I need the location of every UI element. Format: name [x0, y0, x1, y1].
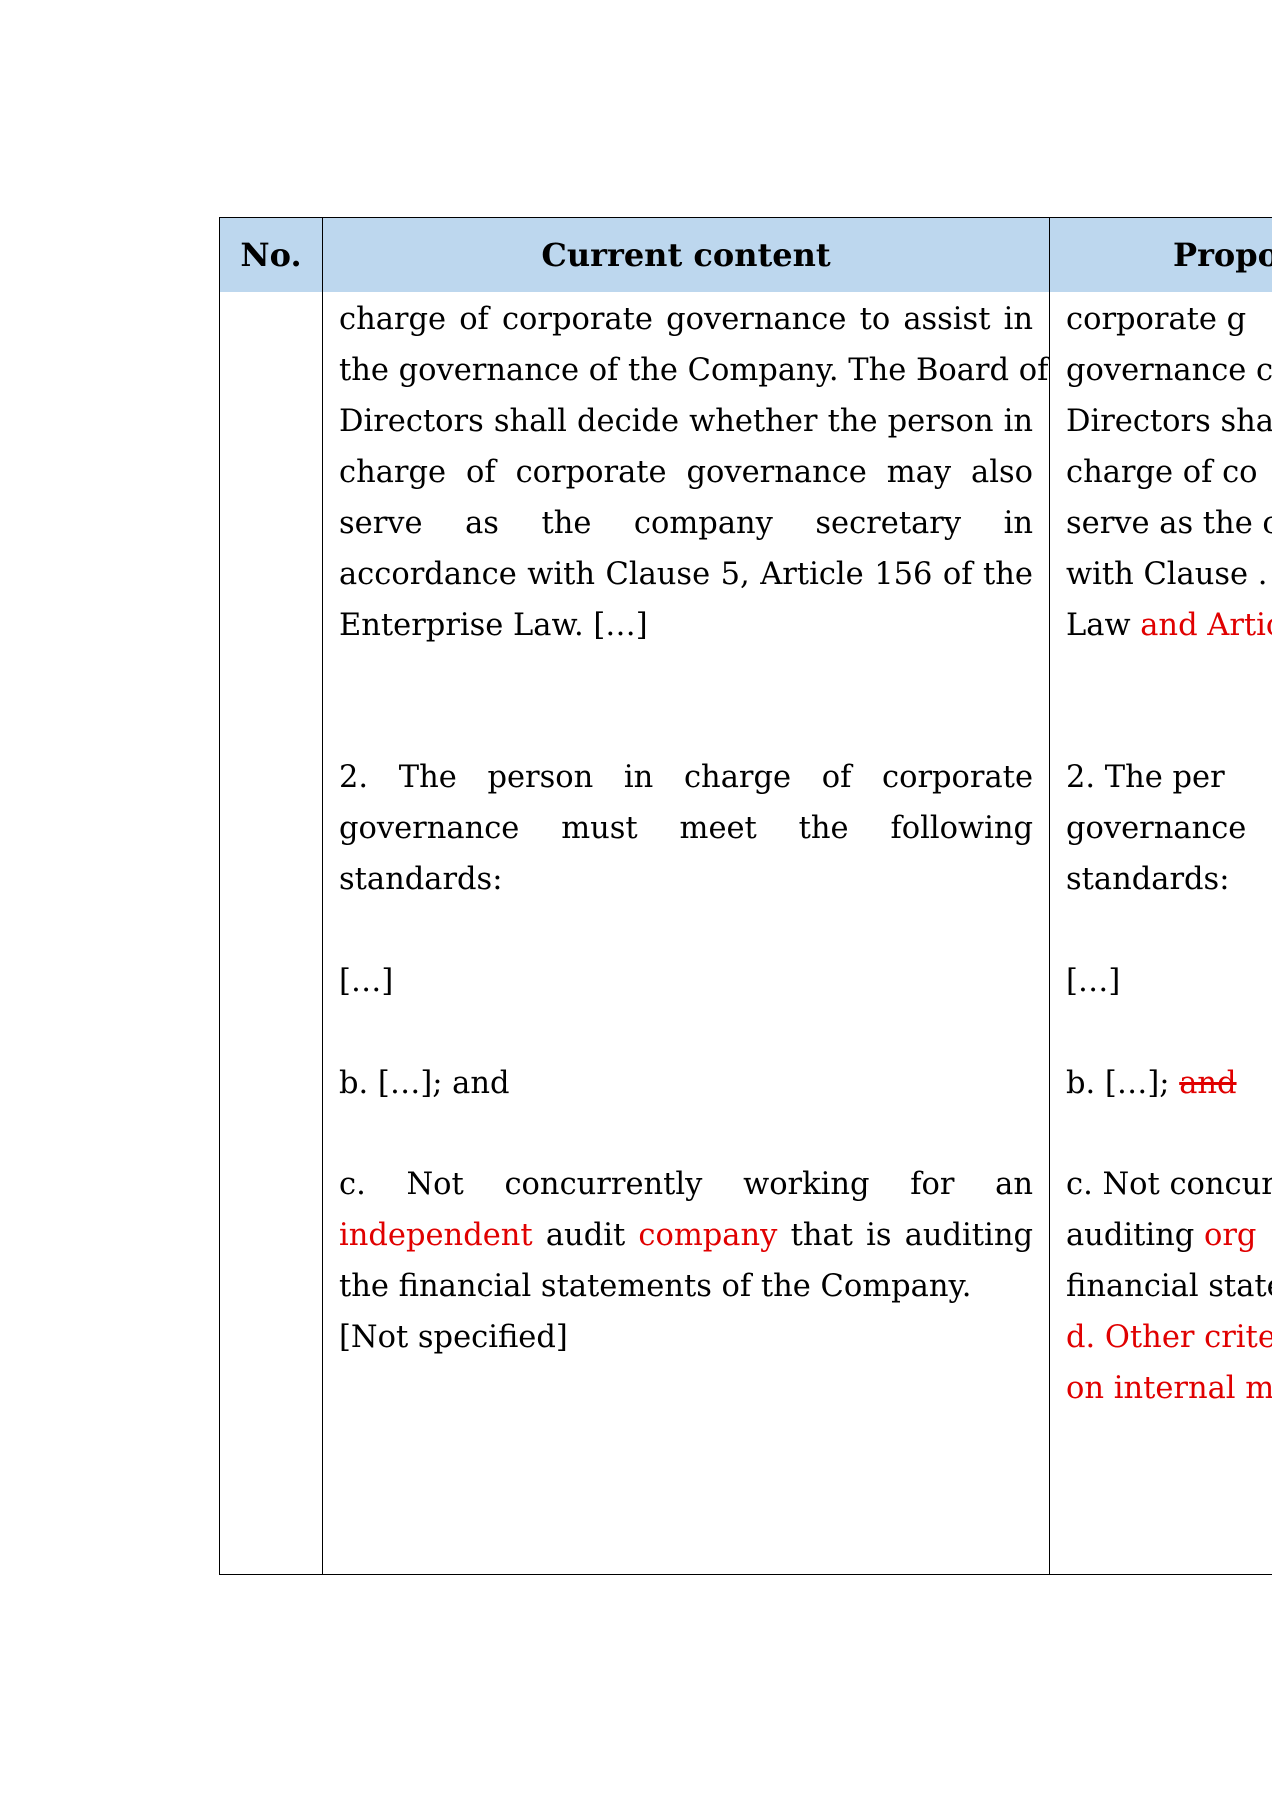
proposed-ellipsis-text: […] — [1066, 964, 1121, 999]
proposed-paragraph-2: 2. The per governance standards: — [1066, 752, 1272, 905]
current-p1-line: serve as the company secretary in — [339, 506, 1033, 541]
proposed-item-b-line: b. […]; and — [1066, 1058, 1272, 1109]
proposed-item-c-line2: auditing org — [1066, 1210, 1272, 1261]
current-p1-line: the governance of the Company. The Board… — [339, 353, 1049, 388]
header-current-label: Current content — [541, 236, 831, 274]
proposed-p2-line: governance — [1066, 811, 1247, 846]
current-not-specified-text: [Not specified] — [339, 1320, 568, 1355]
proposed-paragraph-1: corporate g governance c Directors sha c… — [1066, 294, 1272, 651]
proposed-ellipsis: […] — [1066, 956, 1272, 1007]
proposed-deleted-and: and — [1179, 1066, 1237, 1101]
current-paragraph-1: charge of corporate governance to assist… — [339, 294, 1049, 651]
current-p1-line: accordance with Clause 5, Article 156 of… — [339, 557, 1033, 592]
proposed-added-article: and Artic — [1140, 608, 1272, 643]
proposed-p2-line: standards: — [1066, 862, 1230, 897]
proposed-auditing-text: auditing — [1066, 1218, 1204, 1253]
current-item-c-line1: c. Not concurrently working for an — [339, 1167, 1033, 1202]
current-ellipsis: […] — [339, 956, 1033, 1007]
proposed-item-b-text: b. […]; — [1066, 1066, 1180, 1101]
current-item-c: c. Not concurrently working for an indep… — [339, 1159, 1033, 1312]
current-p1-line: charge of corporate governance may also — [339, 455, 1033, 490]
proposed-item-d-line2: on internal m — [1066, 1371, 1272, 1406]
highlight-independent: independent — [339, 1218, 533, 1253]
current-p2-line: governance must meet the following — [339, 811, 1033, 846]
proposed-p1-line: governance c — [1066, 353, 1272, 388]
text-audit: audit — [532, 1218, 639, 1253]
proposed-item-b: b. […]; and — [1066, 1058, 1272, 1109]
cell-current-content: charge of corporate governance to assist… — [322, 292, 1050, 1575]
comparison-table: No. Current content Propo charge of corp… — [219, 217, 1272, 1575]
header-proposed-content: Propo — [1049, 217, 1272, 293]
proposed-p1-line: corporate g — [1066, 302, 1247, 337]
proposed-item-c: c. Not concur auditing org financial sta… — [1066, 1159, 1272, 1312]
proposed-p1-line: serve as the c — [1066, 506, 1272, 541]
proposed-p1-line: Directors sha — [1066, 404, 1272, 439]
current-item-c-line2: independent audit company that is auditi… — [339, 1210, 1033, 1261]
document-page: No. Current content Propo charge of corp… — [0, 0, 1272, 1800]
current-p1-line: charge of corporate governance to assist… — [339, 302, 1033, 337]
cell-no — [219, 292, 323, 1575]
proposed-item-d-line1: d. Other crite — [1066, 1320, 1272, 1355]
proposed-p1-last-line: Law and Artic — [1066, 600, 1272, 651]
proposed-p1-line: with Clause . — [1066, 557, 1268, 592]
current-ellipsis-text: […] — [339, 964, 394, 999]
proposed-item-c-line3: financial state — [1066, 1269, 1272, 1304]
proposed-added-org: org — [1203, 1218, 1257, 1253]
highlight-company: company — [638, 1218, 778, 1253]
current-p1-line: Enterprise Law. […] — [339, 608, 648, 643]
proposed-p1-line: charge of co — [1066, 455, 1258, 490]
proposed-item-c-line1: c. Not concur — [1066, 1167, 1272, 1202]
current-not-specified: [Not specified] — [339, 1312, 1033, 1363]
text-auditing: that is auditing — [777, 1218, 1033, 1253]
cell-proposed-content: corporate g governance c Directors sha c… — [1049, 292, 1272, 1575]
header-current-content: Current content — [322, 217, 1050, 293]
current-item-b-text: b. […]; and — [339, 1066, 510, 1101]
proposed-law-text: Law — [1066, 608, 1141, 643]
proposed-item-d: d. Other crite on internal m — [1066, 1312, 1272, 1414]
current-p1-line: Directors shall decide whether the perso… — [339, 404, 1033, 439]
current-item-b: b. […]; and — [339, 1058, 1033, 1109]
header-no-label: No. — [240, 236, 302, 274]
current-p2-line: standards: — [339, 862, 503, 897]
header-no: No. — [219, 217, 323, 293]
current-item-c-line3: the financial statements of the Company. — [339, 1269, 972, 1304]
header-proposed-label: Propo — [1173, 236, 1272, 274]
current-p2-line: 2. The person in charge of corporate — [339, 760, 1033, 795]
current-paragraph-2: 2. The person in charge of corporate gov… — [339, 752, 1033, 905]
proposed-p2-line: 2. The per — [1066, 760, 1225, 795]
